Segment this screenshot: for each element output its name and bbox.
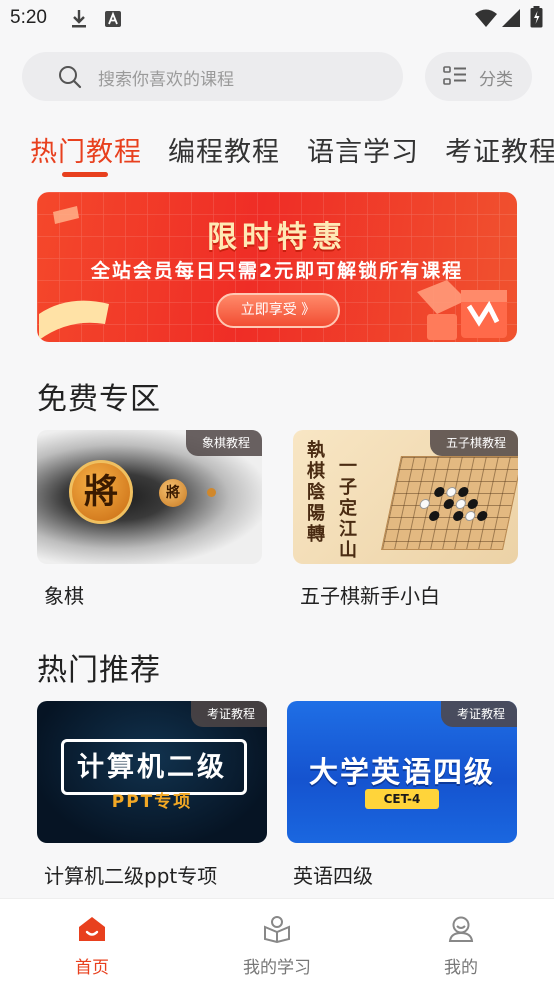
nav-home[interactable]: 首页 <box>32 899 152 984</box>
nav-profile-label: 我的 <box>444 958 478 978</box>
tab-language[interactable]: 语言学习 <box>307 130 419 169</box>
banner-title: 限时特惠 <box>207 220 347 255</box>
search-icon <box>59 66 82 89</box>
chess-piece-big: 將 <box>69 460 133 524</box>
category-label: 分类 <box>479 70 513 90</box>
english-art-title: 大学英语四级 <box>308 755 495 789</box>
course-card-computer-level2[interactable]: 计算机二级 PPT专项 考证教程 <box>37 701 267 843</box>
course-card-gomoku[interactable]: 執棋陰陽轉 一子定江山 五子棋教程 <box>293 430 518 564</box>
font-app-icon <box>105 11 121 27</box>
nav-profile[interactable]: 我的 <box>401 899 521 984</box>
gomoku-art-right: 一子定江山 <box>339 456 357 561</box>
chess-piece-small: 將 <box>159 479 187 507</box>
card-tag: 考证教程 <box>190 701 267 727</box>
computer-art-subtitle: PPT专项 <box>111 792 193 812</box>
chess-dot <box>207 488 216 497</box>
home-icon <box>79 917 105 941</box>
status-bar: 5:20 <box>0 0 554 40</box>
course-card-chess[interactable]: 將 將 象棋教程 <box>37 430 262 564</box>
download-icon <box>72 10 86 28</box>
ribbon-decoration-icon <box>39 300 109 340</box>
card-tag: 象棋教程 <box>185 430 262 456</box>
search-placeholder: 搜索你喜欢的课程 <box>98 70 234 90</box>
gomoku-board <box>381 456 518 550</box>
tab-programming[interactable]: 编程教程 <box>168 130 280 169</box>
nav-home-label: 首页 <box>75 958 109 978</box>
promo-banner[interactable]: 限时特惠 全站会员每日只需2元即可解锁所有课程 立即享受 》 <box>37 192 517 342</box>
bottom-navigation: 首页 我的学习 我的 <box>0 898 554 984</box>
search-input[interactable]: 搜索你喜欢的课程 <box>22 52 403 101</box>
computer-art-title: 计算机二级 <box>77 752 227 783</box>
profile-icon <box>448 916 474 942</box>
signal-icon <box>502 9 520 27</box>
nav-my-study-label: 我的学习 <box>243 958 311 978</box>
free-section-title: 免费专区 <box>37 382 161 417</box>
hot-section-title: 热门推荐 <box>37 653 161 688</box>
course-title-chess[interactable]: 象棋 <box>44 580 84 609</box>
tab-certification[interactable]: 考证教程 <box>445 130 554 169</box>
course-title-computer-level2[interactable]: 计算机二级ppt专项 <box>44 860 217 889</box>
enjoy-now-button[interactable]: 立即享受 》 <box>216 293 340 328</box>
card-tag: 五子棋教程 <box>429 430 518 456</box>
banner-subtitle: 全站会员每日只需2元即可解锁所有课程 <box>90 260 464 282</box>
category-list-icon <box>443 66 466 85</box>
nav-my-study[interactable]: 我的学习 <box>217 899 337 984</box>
card-tag: 考证教程 <box>440 701 517 727</box>
status-time: 5:20 <box>10 7 47 28</box>
tab-hot[interactable]: 热门教程 <box>30 130 142 169</box>
battery-icon <box>530 6 543 28</box>
course-card-cet4[interactable]: 大学英语四级 CET-4 考证教程 <box>287 701 517 843</box>
course-title-gomoku[interactable]: 五子棋新手小白 <box>300 580 440 609</box>
category-button[interactable]: 分类 <box>425 52 532 101</box>
course-title-cet4[interactable]: 英语四级 <box>293 860 373 889</box>
study-icon <box>264 916 290 943</box>
wifi-icon <box>475 9 497 27</box>
course-tabs: 热门教程 编程教程 语言学习 考证教程 <box>0 130 554 182</box>
gomoku-art-left: 執棋陰陽轉 <box>307 440 325 545</box>
cet4-badge: CET-4 <box>365 789 439 809</box>
tab-indicator <box>62 172 108 177</box>
